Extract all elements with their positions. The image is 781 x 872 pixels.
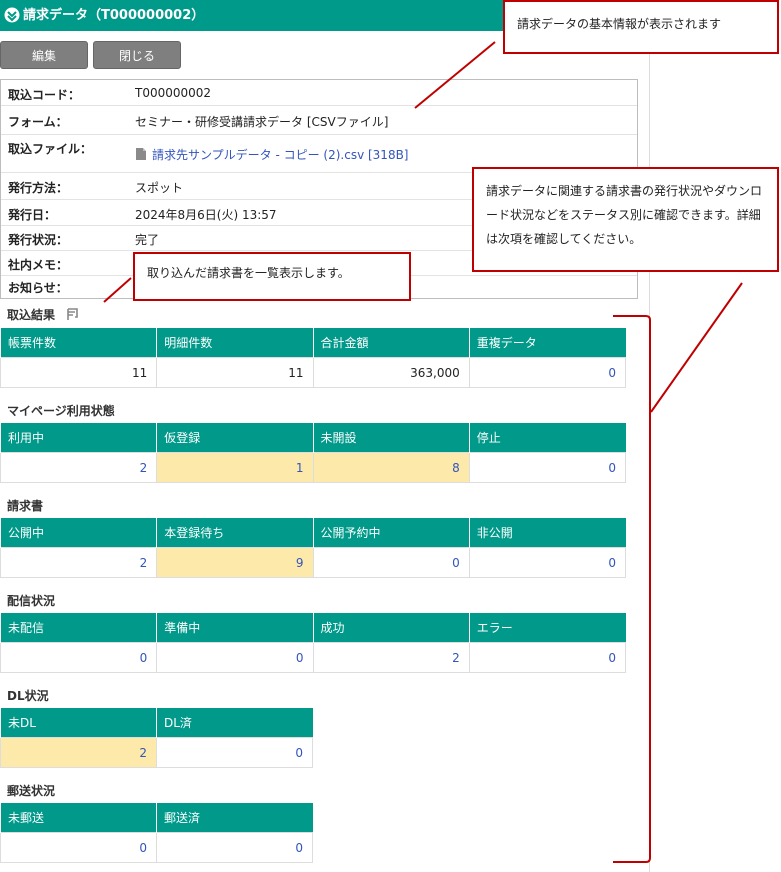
callout-list-view: 取り込んだ請求書を一覧表示します。: [133, 252, 411, 301]
status-bracket: [613, 315, 651, 863]
annotation-lines: [103, 41, 743, 863]
callout-status-summary: 請求データに関連する請求書の発行状況やダウンロード状況などをステータス別に確認で…: [472, 167, 779, 272]
callout-pointer-basic: [414, 41, 496, 109]
callout-pointer-list: [103, 277, 132, 303]
callout-pointer-status: [650, 282, 743, 413]
callout-basic-info: 請求データの基本情報が表示されます: [503, 0, 779, 54]
